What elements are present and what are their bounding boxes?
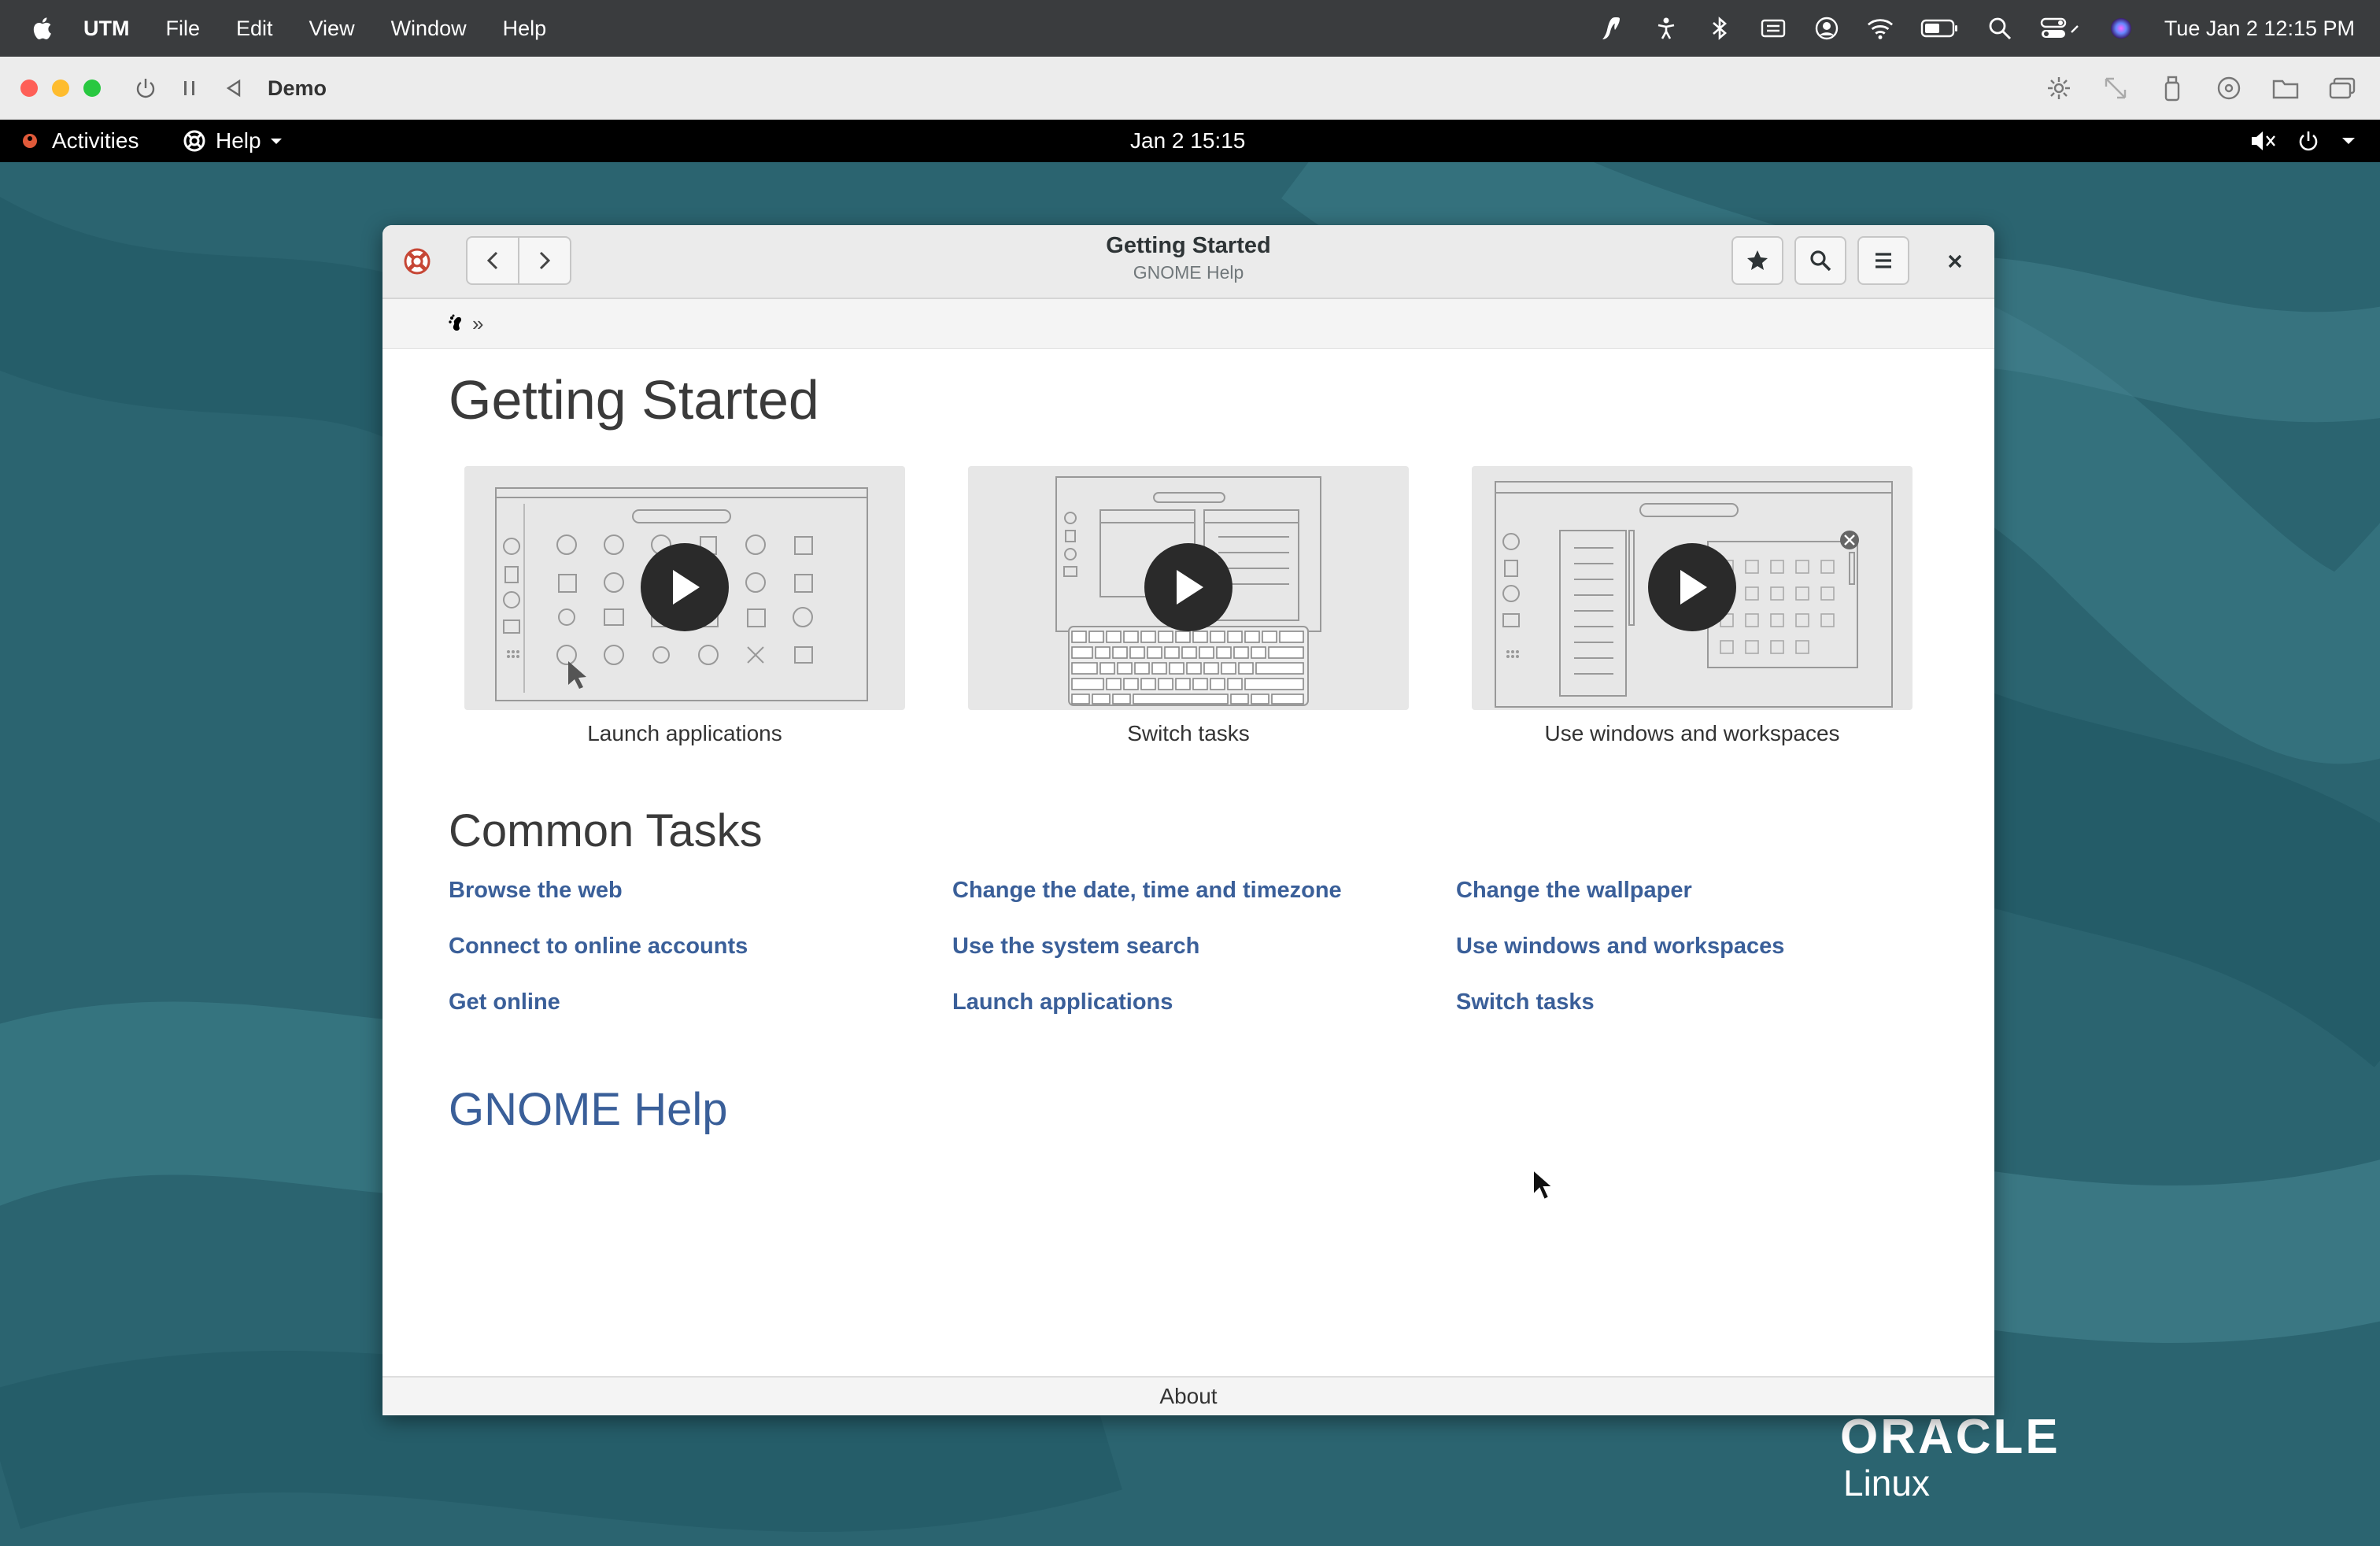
mac-menu: UTM File Edit View Window Help — [83, 17, 582, 41]
video-grid: Launch applications Switch tasks Use win… — [464, 466, 1944, 746]
video-switch-tasks[interactable]: Switch tasks — [968, 466, 1409, 746]
wifi-icon[interactable] — [1867, 15, 1894, 42]
maximize-window-button[interactable] — [83, 80, 101, 97]
brand-line-2: Linux — [1843, 1463, 1930, 1503]
activities-logo-icon — [23, 134, 37, 148]
video-windows-workspaces[interactable]: Use windows and workspaces — [1472, 466, 1913, 746]
apple-logo-icon[interactable] — [30, 15, 57, 42]
utm-window-toolbar: Demo — [0, 57, 2380, 120]
page-heading: Getting Started — [449, 369, 819, 431]
link-system-search[interactable]: Use the system search — [952, 934, 1456, 960]
close-button[interactable] — [1941, 247, 1969, 279]
menu-edit[interactable]: Edit — [236, 17, 273, 41]
video-label: Launch applications — [587, 721, 782, 745]
menu-bar-clock[interactable]: Tue Jan 2 12:15 PM — [2164, 17, 2355, 41]
siri-icon[interactable] — [2108, 15, 2134, 42]
breadcrumb-separator: » — [472, 311, 484, 335]
video-label: Switch tasks — [1127, 721, 1250, 745]
app-menu-label: Help — [216, 128, 261, 153]
video-launch-applications[interactable]: Launch applications — [464, 466, 905, 746]
link-change-wallpaper[interactable]: Change the wallpaper — [1456, 878, 1960, 904]
bookmark-button[interactable] — [1731, 236, 1783, 285]
minimize-window-button[interactable] — [52, 80, 69, 97]
mouse-cursor-icon — [1532, 1168, 1555, 1201]
windows-icon[interactable] — [2328, 74, 2356, 102]
link-online-accounts[interactable]: Connect to online accounts — [449, 934, 952, 960]
video-thumbnail[interactable] — [1472, 466, 1913, 710]
menu-help[interactable]: Help — [503, 17, 547, 41]
gnome-clock[interactable]: Jan 2 15:15 — [1130, 120, 1245, 162]
back-icon[interactable] — [220, 75, 247, 102]
app-name-menu[interactable]: UTM — [83, 17, 129, 41]
common-tasks-links: Browse the web Change the date, time and… — [449, 878, 1944, 1015]
search-icon — [1810, 250, 1831, 272]
breadcrumb: » — [382, 299, 1994, 349]
app-menu-button[interactable]: Help — [183, 120, 283, 162]
common-tasks-heading: Common Tasks — [449, 805, 763, 856]
oracle-linux-logo: ORACLE Linux — [1840, 1409, 2060, 1504]
folder-icon[interactable] — [2271, 74, 2300, 102]
power-menu-icon — [2297, 129, 2320, 153]
window-controls — [20, 80, 115, 97]
chevron-down-icon — [2341, 135, 2356, 146]
bluetooth-icon[interactable] — [1706, 15, 1733, 42]
drive-icon[interactable] — [2215, 74, 2243, 102]
accessibility-icon[interactable] — [1653, 15, 1680, 42]
play-button[interactable] — [1648, 543, 1736, 631]
pause-icon[interactable] — [176, 75, 203, 102]
menu-bar-status-area: Tue Jan 2 12:15 PM — [1572, 0, 2355, 57]
play-button[interactable] — [1144, 543, 1232, 631]
video-label: Use windows and workspaces — [1544, 721, 1840, 745]
lifebuoy-icon — [183, 130, 205, 152]
display-icon[interactable] — [2045, 74, 2073, 102]
gnome-help-link[interactable]: GNOME Help — [449, 1083, 728, 1136]
link-windows-workspaces[interactable]: Use windows and workspaces — [1456, 934, 1960, 960]
keyboard-input-icon[interactable] — [1760, 15, 1787, 42]
power-icon[interactable] — [132, 75, 159, 102]
vm-name: Demo — [268, 76, 327, 100]
about-footer-link[interactable]: About — [382, 1376, 1994, 1415]
play-icon — [1177, 570, 1203, 605]
link-launch-applications[interactable]: Launch applications — [952, 989, 1456, 1015]
resize-icon[interactable] — [2101, 74, 2130, 102]
play-button[interactable] — [641, 543, 729, 631]
close-icon — [1948, 254, 1962, 268]
user-icon[interactable] — [1813, 15, 1840, 42]
gnome-help-window: Getting Started GNOME Help » Getting Sta… — [382, 225, 1994, 1415]
link-browse-web[interactable]: Browse the web — [449, 878, 952, 904]
gnome-foot-icon[interactable] — [447, 314, 466, 333]
play-icon — [1680, 570, 1707, 605]
link-switch-tasks[interactable]: Switch tasks — [1456, 989, 1960, 1015]
control-center-icon[interactable] — [2040, 15, 2081, 42]
volume-muted-icon — [2249, 129, 2276, 153]
link-get-online[interactable]: Get online — [449, 989, 952, 1015]
play-icon — [673, 570, 700, 605]
hamburger-menu-icon — [1876, 253, 1891, 268]
close-window-button[interactable] — [20, 80, 38, 97]
chevron-down-icon — [270, 139, 282, 144]
menu-window[interactable]: Window — [391, 17, 467, 41]
activities-label: Activities — [52, 128, 139, 153]
video-thumbnail[interactable] — [968, 466, 1409, 710]
link-change-date-time[interactable]: Change the date, time and timezone — [952, 878, 1456, 904]
gnome-top-bar: Activities Help Jan 2 15:15 — [0, 120, 2380, 162]
header-bar: Getting Started GNOME Help — [382, 225, 1994, 299]
video-thumbnail[interactable] — [464, 466, 905, 710]
help-content: Getting Started Launch applications Swit… — [449, 348, 1944, 1136]
macos-menu-bar: UTM File Edit View Window Help Tue Jan 2… — [0, 0, 2380, 57]
usb-icon[interactable] — [2158, 74, 2186, 102]
menu-file[interactable]: File — [165, 17, 200, 41]
activities-button[interactable]: Activities — [22, 120, 139, 162]
menu-view[interactable]: View — [309, 17, 355, 41]
battery-icon[interactable] — [1920, 15, 1960, 42]
spotlight-icon[interactable] — [1986, 15, 2013, 42]
script-icon[interactable] — [1599, 15, 1626, 42]
star-icon — [1747, 250, 1768, 270]
utm-toolbar-actions — [2016, 74, 2356, 102]
system-menu[interactable] — [2229, 120, 2356, 162]
search-button[interactable] — [1794, 236, 1846, 285]
menu-button[interactable] — [1857, 236, 1909, 285]
brand-line-1: ORACLE — [1840, 1410, 2060, 1464]
